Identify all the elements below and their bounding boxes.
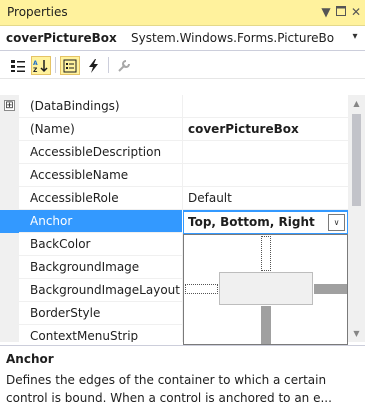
alphabetical-icon[interactable]: A Z [31,56,51,75]
anchor-right-toggle[interactable] [314,284,347,294]
object-name: coverPictureBox [6,31,117,45]
property-value[interactable]: Default [188,191,232,205]
property-row-name[interactable]: (Name) coverPictureBox [0,118,348,141]
properties-icon[interactable] [60,56,80,75]
anchor-top-toggle[interactable] [261,236,271,271]
property-name: BackColor [30,237,91,251]
description-text: Defines the edges of the container to wh… [6,373,332,405]
anchor-editor-popup [183,234,348,345]
properties-title-bar: Properties ▼ ✕ [0,0,365,26]
property-name: BorderStyle [30,306,101,320]
events-lightning-icon[interactable] [84,56,104,75]
anchor-left-toggle[interactable] [185,284,218,294]
panel-title: Properties [7,5,68,19]
toolbar-separator [55,57,56,73]
description-title: Anchor [6,352,54,366]
properties-toolbar: A Z [0,52,365,79]
property-row-accessiblename[interactable]: AccessibleName [0,164,348,187]
object-type: System.Windows.Forms.PictureBo [131,31,335,45]
scroll-up-icon[interactable]: ▲ [348,95,365,112]
toolbar-separator [108,57,109,73]
scrollbar-thumb[interactable] [352,114,361,206]
property-name: AccessibleRole [30,191,119,205]
chevron-down-icon[interactable]: ∨ [328,214,345,231]
anchor-value: Top, Bottom, Right [188,215,315,229]
anchor-control-preview [219,272,313,305]
property-row-databindings[interactable]: ⊞ (DataBindings) [0,95,348,118]
property-name: BackgroundImageLayout [30,283,180,297]
anchor-value-editor[interactable]: Top, Bottom, Right ∨ [183,211,348,234]
property-name: ContextMenuStrip [30,329,139,342]
expand-icon[interactable]: ⊞ [4,100,15,111]
property-row-accessibledescription[interactable]: AccessibleDescription [0,141,348,164]
property-row-accessiblerole[interactable]: AccessibleRole Default [0,187,348,210]
property-value[interactable]: coverPictureBox [188,122,299,136]
svg-text:A: A [33,60,38,67]
property-name: BackgroundImage [30,260,140,274]
property-pages-wrench-icon[interactable] [114,56,134,75]
close-icon[interactable]: ✕ [347,3,365,21]
property-name: AccessibleName [30,168,129,182]
property-name: (Name) [30,122,75,136]
property-name: (DataBindings) [30,99,120,113]
anchor-bottom-toggle[interactable] [261,306,271,344]
categorized-icon[interactable] [8,56,28,75]
grid-scrollbar[interactable]: ▲ ▼ [348,95,365,342]
object-selector[interactable]: coverPictureBox System.Windows.Forms.Pic… [0,27,365,51]
chevron-down-icon[interactable]: ▾ [350,31,360,42]
description-pane: Anchor Defines the edges of the containe… [0,345,365,414]
scroll-down-icon[interactable]: ▼ [348,325,365,342]
property-name: Anchor [30,214,73,228]
property-name: AccessibleDescription [30,145,162,159]
svg-text:Z: Z [33,67,38,73]
